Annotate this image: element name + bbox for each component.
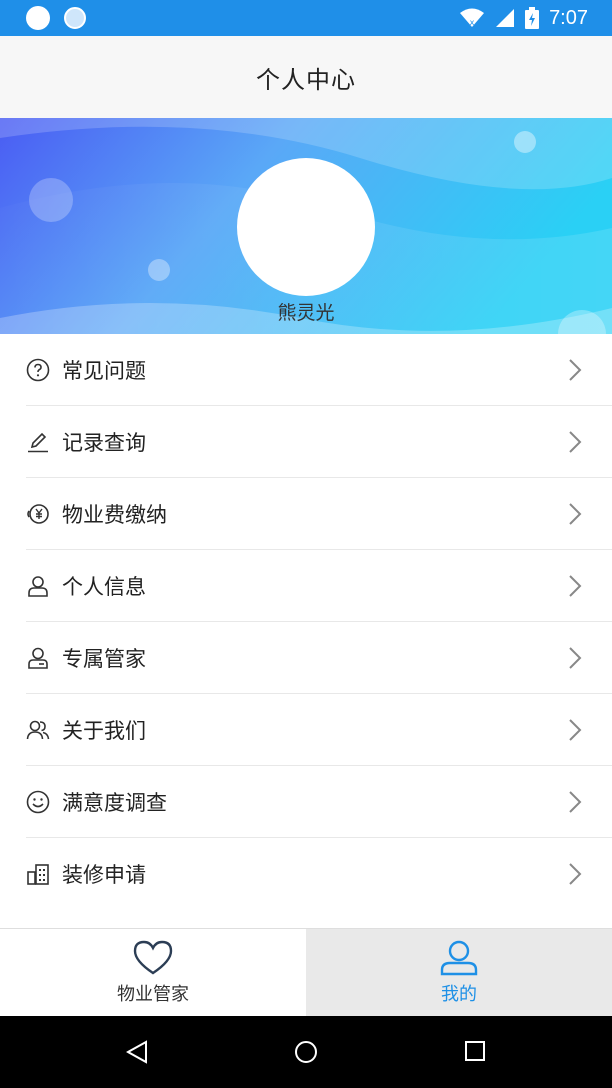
system-nav-bar — [0, 1016, 612, 1088]
menu-item-label: 记录查询 — [62, 430, 146, 455]
question-icon — [26, 358, 50, 382]
wifi-icon: x — [460, 8, 485, 27]
notification-dot-icon — [26, 6, 50, 30]
tab-label: 物业管家 — [117, 984, 189, 1005]
svg-text:x: x — [470, 18, 475, 27]
menu-item-label: 满意度调查 — [62, 790, 167, 815]
tab-property-butler[interactable]: 物业管家 — [0, 929, 306, 1017]
smile-icon — [26, 790, 50, 814]
user-icon — [440, 940, 478, 976]
yuan-payment-icon — [26, 502, 50, 526]
notification-icons — [26, 6, 86, 30]
pencil-icon — [26, 430, 50, 454]
menu-item-property-fee[interactable]: 物业费缴纳 — [26, 478, 612, 550]
chevron-right-icon — [569, 719, 582, 741]
menu-list: 常见问题 记录查询 物业费缴纳 个人信息 专属管家 关于我们 满意度调查 装修申… — [0, 334, 612, 910]
status-bar: x 7:07 — [0, 0, 612, 36]
heart-icon — [133, 940, 173, 975]
home-icon[interactable] — [294, 1040, 318, 1064]
menu-item-label: 专属管家 — [62, 646, 146, 671]
menu-item-faq[interactable]: 常见问题 — [26, 334, 612, 406]
menu-item-label: 关于我们 — [62, 718, 146, 743]
tab-mine[interactable]: 我的 — [306, 929, 612, 1017]
battery-charging-icon — [525, 7, 540, 29]
chevron-right-icon — [569, 575, 582, 597]
clock: 7:07 — [549, 6, 588, 29]
menu-item-records[interactable]: 记录查询 — [26, 406, 612, 478]
menu-item-label: 常见问题 — [62, 358, 146, 383]
menu-item-renovation[interactable]: 装修申请 — [26, 838, 612, 910]
menu-item-personal-info[interactable]: 个人信息 — [26, 550, 612, 622]
menu-item-satisfaction-survey[interactable]: 满意度调查 — [26, 766, 612, 838]
chevron-right-icon — [569, 431, 582, 453]
chevron-right-icon — [569, 647, 582, 669]
chevron-right-icon — [569, 791, 582, 813]
recents-icon[interactable] — [464, 1040, 486, 1062]
title-bar: 个人中心 — [0, 36, 612, 118]
bottom-nav: 物业管家 我的 — [0, 928, 612, 1017]
building-icon — [26, 862, 50, 886]
user-icon — [26, 574, 50, 598]
menu-item-butler[interactable]: 专属管家 — [26, 622, 612, 694]
profile-banner: 熊灵光 — [0, 118, 612, 334]
signal-icon — [496, 9, 515, 27]
tab-label: 我的 — [441, 984, 477, 1005]
user-name: 熊灵光 — [277, 302, 335, 324]
sync-dot-icon — [64, 7, 86, 29]
back-icon[interactable] — [126, 1040, 148, 1064]
chevron-right-icon — [569, 863, 582, 885]
chevron-right-icon — [569, 503, 582, 525]
menu-item-label: 装修申请 — [62, 863, 146, 887]
menu-item-about-us[interactable]: 关于我们 — [26, 694, 612, 766]
page-title: 个人中心 — [256, 65, 356, 94]
menu-item-label: 个人信息 — [62, 574, 146, 599]
chevron-right-icon — [569, 359, 582, 381]
user-card-icon — [26, 646, 50, 670]
group-icon — [26, 718, 50, 742]
menu-item-label: 物业费缴纳 — [62, 502, 167, 527]
avatar[interactable] — [237, 158, 375, 296]
status-indicators: x 7:07 — [459, 4, 588, 32]
